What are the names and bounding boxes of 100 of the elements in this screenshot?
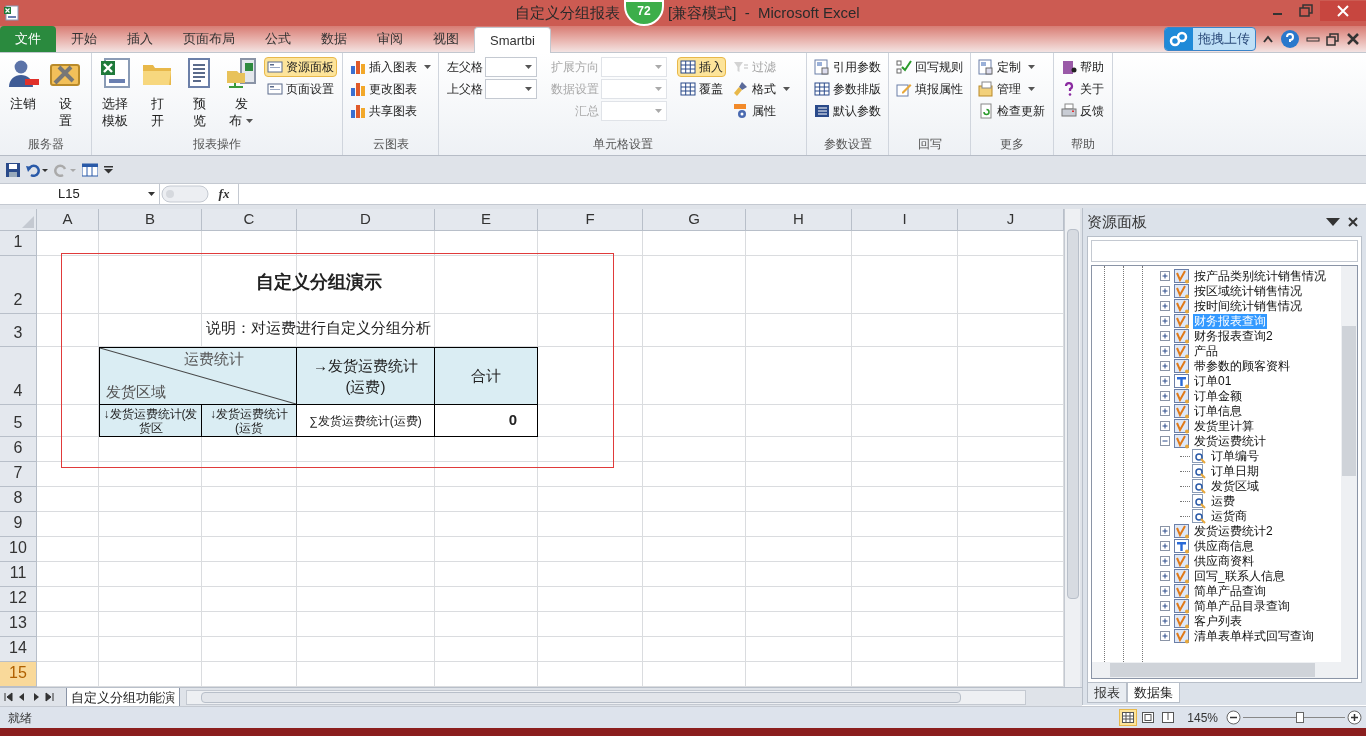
tree-item[interactable]: 订单01 <box>1193 374 1233 389</box>
row-header[interactable]: 1 <box>0 231 37 256</box>
search-field[interactable] <box>1091 240 1358 262</box>
row-header[interactable]: 4 <box>0 347 37 405</box>
column-header[interactable]: E <box>435 209 538 231</box>
row-header[interactable]: 8 <box>0 487 37 512</box>
ribbon-button[interactable]: 参数排版 <box>811 79 884 99</box>
row-header[interactable]: 9 <box>0 512 37 537</box>
collapse-ribbon-icon[interactable] <box>1262 34 1274 44</box>
column-header[interactable]: I <box>852 209 958 231</box>
expand-icon[interactable] <box>1160 376 1171 387</box>
table-icon[interactable] <box>82 162 98 177</box>
row-header[interactable]: 15 <box>0 662 37 687</box>
ribbon-button[interactable]: 定制 <box>975 57 1038 77</box>
save-icon[interactable] <box>6 162 20 177</box>
close-icon[interactable] <box>1346 32 1360 46</box>
tree-item[interactable]: 回写_联系人信息 <box>1193 569 1286 584</box>
view-button[interactable] <box>1119 709 1138 726</box>
ribbon-button[interactable]: 默认参数 <box>811 101 884 121</box>
tree-item[interactable]: 运货商 <box>1210 509 1248 524</box>
tree-item[interactable]: 按区域统计销售情况 <box>1193 284 1303 299</box>
tree-item[interactable]: 订单日期 <box>1210 464 1260 479</box>
ribbon-button[interactable]: 回写规则 <box>893 57 966 77</box>
ribbon-button[interactable]: 填报属性 <box>893 79 966 99</box>
scroll-thumb[interactable] <box>201 691 961 703</box>
scroll-thumb[interactable] <box>1342 326 1356 476</box>
expand-icon[interactable] <box>1160 616 1171 627</box>
column-header[interactable]: A <box>37 209 99 231</box>
ribbon-button[interactable]: 插入 <box>677 57 726 77</box>
tree-item[interactable]: 带参数的顾客资料 <box>1193 359 1291 374</box>
ribbon-button[interactable]: 发 布 <box>222 57 260 129</box>
tree-item[interactable]: 供应商资料 <box>1193 554 1255 569</box>
tree-item[interactable]: 订单编号 <box>1210 449 1260 464</box>
vertical-scrollbar[interactable] <box>1064 209 1080 687</box>
row-header[interactable]: 13 <box>0 612 37 637</box>
ribbon-tab[interactable]: 插入 <box>112 26 168 52</box>
expand-icon[interactable] <box>1160 301 1171 312</box>
row-header[interactable]: 3 <box>0 314 37 347</box>
expand-icon[interactable] <box>1160 556 1171 567</box>
expand-icon[interactable] <box>1160 631 1171 642</box>
undo-icon[interactable] <box>26 162 48 177</box>
ribbon-button[interactable]: 打 开 <box>138 57 176 129</box>
ribbon-button[interactable]: 注销 <box>4 57 42 112</box>
ribbon-button[interactable]: 选择 模板 <box>96 57 134 129</box>
zoom-in-icon[interactable] <box>1347 710 1362 725</box>
close-icon[interactable] <box>1348 217 1358 227</box>
expand-icon[interactable] <box>1160 346 1171 357</box>
expand-icon[interactable] <box>1160 271 1171 282</box>
ribbon-tab[interactable]: Smartbi <box>474 27 551 53</box>
ribbon-button[interactable]: 更改图表 <box>347 79 420 99</box>
upload-button[interactable]: 拖拽上传 <box>1164 27 1256 51</box>
tree-item[interactable]: 按时间统计销售情况 <box>1193 299 1303 314</box>
ribbon-tab[interactable]: 开始 <box>56 26 112 52</box>
row-header[interactable]: 10 <box>0 537 37 562</box>
collapse-icon[interactable] <box>1160 436 1171 447</box>
panel-tab[interactable]: 报表 <box>1087 683 1127 703</box>
ribbon-button[interactable]: 引用参数 <box>811 57 884 77</box>
row-header[interactable]: 12 <box>0 587 37 612</box>
tree-item[interactable]: 发货里计算 <box>1193 419 1255 434</box>
ribbon-button[interactable]: 关于 <box>1058 79 1107 99</box>
expand-icon[interactable] <box>1160 286 1171 297</box>
row-header[interactable]: 6 <box>0 437 37 462</box>
tree-item[interactable]: 客户列表 <box>1193 614 1243 629</box>
ribbon-button[interactable]: 覆盖 <box>677 79 726 99</box>
column-header[interactable]: C <box>202 209 297 231</box>
ribbon-button[interactable]: 格式 <box>730 79 793 99</box>
row-header[interactable]: 7 <box>0 462 37 487</box>
ribbon-button[interactable]: 管理 <box>975 79 1038 99</box>
file-tab[interactable]: 文件 <box>0 26 56 52</box>
slider-thumb[interactable] <box>1296 712 1305 723</box>
sheet-tab[interactable]: 自定义分组功能演 <box>66 687 180 707</box>
insert-function-button[interactable]: fx <box>210 184 238 204</box>
ribbon-button[interactable]: 设 置 <box>46 57 84 129</box>
ribbon-button[interactable]: 共享图表 <box>347 101 420 121</box>
tree-item[interactable]: 订单信息 <box>1193 404 1243 419</box>
expand-icon[interactable] <box>1160 331 1171 342</box>
expand-icon[interactable] <box>1160 421 1171 432</box>
expand-icon[interactable] <box>1160 526 1171 537</box>
expand-icon[interactable] <box>1160 571 1171 582</box>
column-header[interactable]: F <box>538 209 643 231</box>
vertical-scrollbar[interactable] <box>1341 266 1357 662</box>
ribbon-tab[interactable]: 审阅 <box>362 26 418 52</box>
row-header[interactable]: 11 <box>0 562 37 587</box>
zoom-out-icon[interactable] <box>1226 710 1241 725</box>
row-header[interactable]: 5 <box>0 405 37 437</box>
ribbon-button[interactable]: 预 览 <box>180 57 218 129</box>
panel-tab[interactable]: 数据集 <box>1127 683 1180 703</box>
expand-icon[interactable] <box>1160 601 1171 612</box>
ribbon-button[interactable]: 帮助 <box>1058 57 1107 77</box>
row-header[interactable]: 14 <box>0 637 37 662</box>
ribbon-button[interactable]: 检查更新 <box>975 101 1048 121</box>
tree-item[interactable]: 发货运费统计2 <box>1193 524 1274 539</box>
dropdown-icon[interactable] <box>1326 217 1340 227</box>
ribbon-tab[interactable]: 数据 <box>306 26 362 52</box>
ribbon-button[interactable]: 插入图表 <box>347 57 434 77</box>
horizontal-scrollbar[interactable] <box>1092 662 1357 678</box>
scroll-thumb[interactable] <box>1110 663 1315 677</box>
horizontal-scrollbar[interactable] <box>186 689 1026 705</box>
tree-item[interactable]: 供应商信息 <box>1193 539 1255 554</box>
tree-item[interactable]: 简单产品查询 <box>1193 584 1267 599</box>
